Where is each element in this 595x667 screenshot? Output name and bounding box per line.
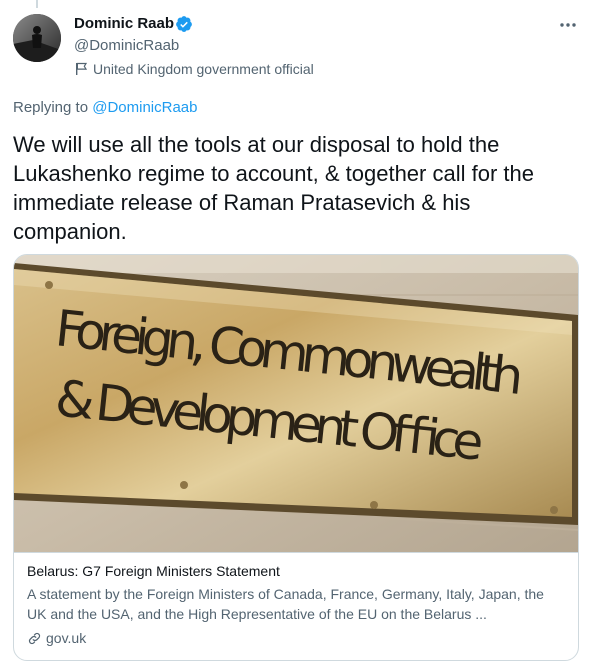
replying-to-prefix: Replying to (13, 99, 89, 116)
verified-badge-icon (176, 16, 192, 32)
replying-to-link[interactable]: @DominicRaab (92, 99, 197, 116)
card-domain[interactable]: gov.uk (27, 628, 86, 648)
card-description[interactable]: A statement by the Foreign Ministers of … (27, 584, 567, 624)
display-name[interactable]: Dominic Raab (74, 14, 174, 34)
flag-icon (76, 62, 88, 75)
government-label: United Kingdom government official (74, 59, 314, 79)
government-label-text: United Kingdom government official (93, 61, 314, 77)
tweet-text: We will use all the tools at our disposa… (13, 132, 534, 244)
more-options-icon[interactable] (557, 14, 579, 36)
card-domain-text[interactable]: gov.uk (46, 628, 86, 648)
user-handle[interactable]: @DominicRaab (74, 36, 179, 56)
avatar[interactable] (13, 14, 61, 62)
card-title[interactable]: Belarus: G7 Foreign Ministers Statement (27, 562, 280, 581)
card-info[interactable]: Belarus: G7 Foreign Ministers Statement … (14, 552, 578, 660)
card-image[interactable]: Foreign, Commonwealth & Development Offi… (14, 255, 578, 552)
replying-to: Replying to @DominicRaab (13, 98, 197, 118)
link-card[interactable]: Foreign, Commonwealth & Development Offi… (13, 254, 579, 661)
thread-connector (36, 0, 38, 8)
link-icon (28, 632, 41, 644)
